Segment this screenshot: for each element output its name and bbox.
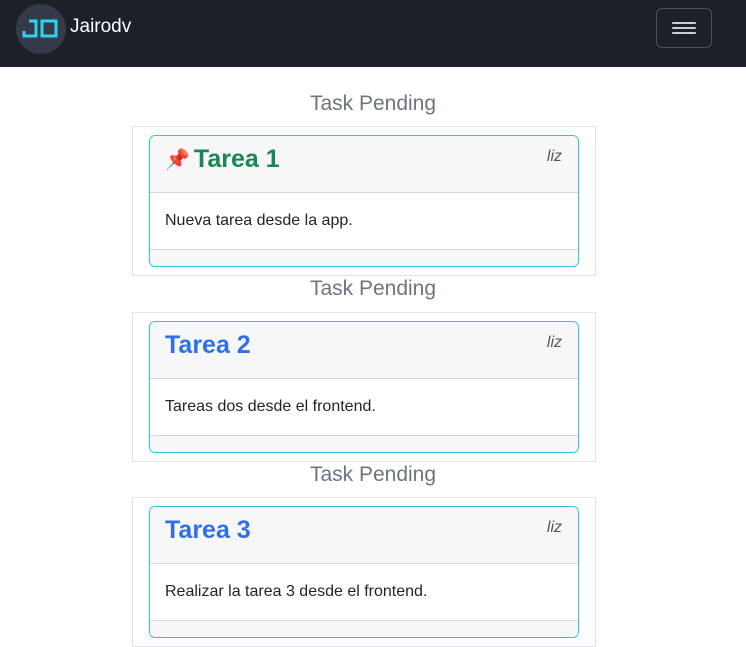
task-card-header: Tarea 3 liz xyxy=(150,507,578,564)
task-card-header: Tarea 2 liz xyxy=(150,322,578,379)
task-title: Tarea 3 xyxy=(165,516,251,545)
task-card-body: Tareas dos desde el frontend. xyxy=(150,379,578,436)
task-card[interactable]: Tarea 2 liz Tareas dos desde el frontend… xyxy=(149,321,579,453)
section-heading: Task Pending xyxy=(309,92,437,115)
section-heading: Task Pending xyxy=(309,463,437,486)
task-author: liz xyxy=(546,334,562,351)
task-author: liz xyxy=(546,148,562,165)
task-container: Tarea 3 liz Realizar la tarea 3 desde el… xyxy=(132,497,596,647)
pin-icon: 📌 xyxy=(165,149,190,171)
brand-link[interactable]: Jairodv xyxy=(16,4,131,54)
brand-name: Jairodv xyxy=(70,16,132,37)
task-description: Realizar la tarea 3 desde el frontend. xyxy=(165,583,428,600)
task-card-footer xyxy=(150,250,578,266)
task-container: Tarea 2 liz Tareas dos desde el frontend… xyxy=(132,312,596,462)
task-author: liz xyxy=(546,519,562,536)
task-title-text: Tarea 2 xyxy=(165,331,251,359)
task-card[interactable]: Tarea 3 liz Realizar la tarea 3 desde el… xyxy=(149,506,579,638)
task-card-footer xyxy=(150,436,578,452)
task-card-body: Nueva tarea desde la app. xyxy=(150,193,578,250)
task-title-text: Tarea 3 xyxy=(165,516,251,544)
top-navbar: Jairodv xyxy=(0,0,746,67)
task-card-footer xyxy=(150,621,578,637)
navbar-toggler-button[interactable] xyxy=(656,8,712,48)
brand-logo xyxy=(16,4,66,54)
task-description: Nueva tarea desde la app. xyxy=(165,212,353,229)
task-title-text: Tarea 1 xyxy=(193,145,280,173)
jd-logo-icon xyxy=(22,19,58,38)
hamburger-menu-icon xyxy=(672,19,696,37)
task-card-body: Realizar la tarea 3 desde el frontend. xyxy=(150,564,578,621)
task-title: Tarea 2 xyxy=(165,331,251,360)
task-description: Tareas dos desde el frontend. xyxy=(165,398,376,415)
task-card[interactable]: 📌 Tarea 1 liz Nueva tarea desde la app. xyxy=(149,135,579,267)
section-heading: Task Pending xyxy=(309,277,437,300)
task-title: 📌 Tarea 1 xyxy=(165,145,280,174)
task-card-header: 📌 Tarea 1 liz xyxy=(150,136,578,193)
task-container: 📌 Tarea 1 liz Nueva tarea desde la app. xyxy=(132,126,596,276)
